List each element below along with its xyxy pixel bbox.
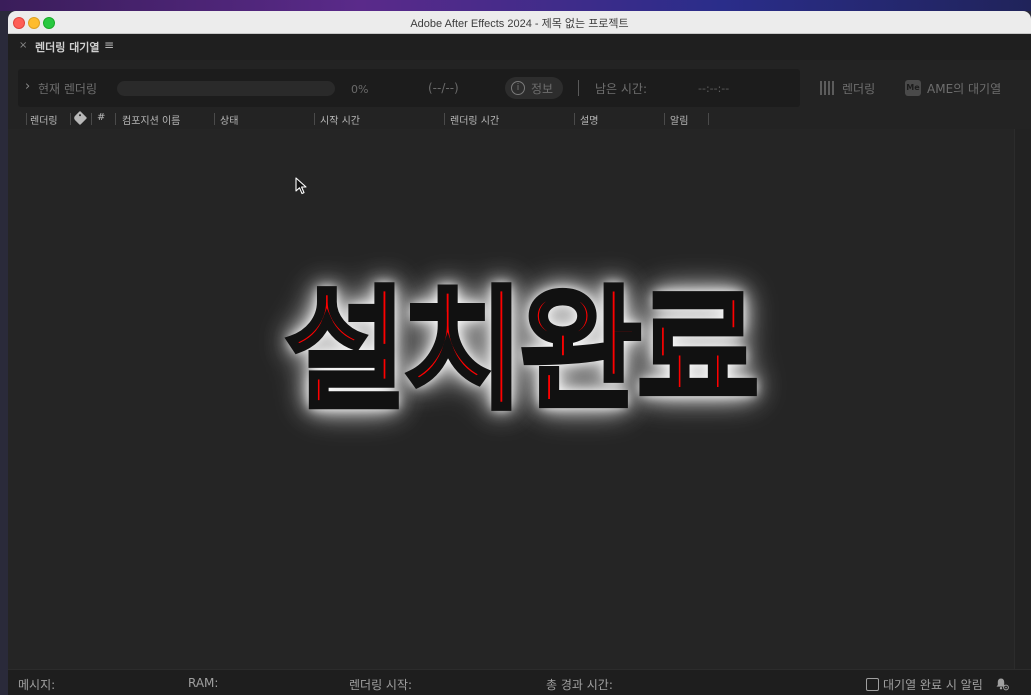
remaining-time-value: --:--:-- [698,82,730,95]
panel-tab-bar: × 렌더링 대기열 ≡ [8,34,1031,60]
column-divider [314,113,315,125]
column-render[interactable]: 렌더링 [30,112,58,127]
remaining-time-label: 남은 시간: [595,82,648,96]
column-notify[interactable]: 알림 [670,112,688,127]
render-frames: (--/--) [428,81,459,95]
column-divider [444,113,445,125]
render-button-label: 렌더링 [842,82,876,96]
column-divider [91,113,92,125]
ram-label: RAM: [188,676,219,690]
after-effects-window: Adobe After Effects 2024 - 제목 없는 프로젝트 × … [8,11,1031,695]
status-bar: 메시지: RAM: 렌더링 시작: 총 경과 시간: 대기열 완료 시 알림 [8,669,1031,695]
column-divider [708,113,709,125]
vertical-scrollbar[interactable] [1014,129,1031,669]
column-divider [70,113,71,125]
column-divider [214,113,215,125]
notify-checkbox[interactable] [866,678,879,691]
tag-icon[interactable] [72,110,88,126]
render-percent: 0% [351,83,369,96]
info-label: 정보 [531,82,554,96]
render-start-label: 렌더링 시작: [349,678,413,692]
close-panel-icon[interactable]: × [19,40,27,51]
media-encoder-icon: Me [905,80,921,96]
column-divider [26,113,27,125]
column-start-time[interactable]: 시작 시간 [320,112,360,127]
window-title: Adobe After Effects 2024 - 제목 없는 프로젝트 [410,18,629,30]
panel-menu-icon[interactable]: ≡ [104,38,114,52]
column-divider [115,113,116,125]
column-comp-name[interactable]: 컴포지션 이름 [122,112,180,127]
column-render-time[interactable]: 렌더링 시간 [450,112,499,127]
ame-queue-label: AME의 대기열 [927,82,1002,96]
render-icon [820,81,834,95]
queue-column-header: 렌더링 # 컴포지션 이름 상태 시작 시간 렌더링 시간 설명 알림 [18,109,1014,130]
column-comment[interactable]: 설명 [580,112,598,127]
info-button[interactable]: i 정보 [505,77,563,99]
bell-settings-icon[interactable] [995,677,1009,691]
message-label: 메시지: [18,678,56,692]
install-complete-overlay: 설치완료 [283,272,762,431]
current-render-bar: › 현재 렌더링 0% (--/--) i 정보 남은 시간: --:--:-- [18,69,800,107]
notify-checkbox-label[interactable]: 대기열 완료 시 알림 [883,676,983,693]
render-progress-bar [117,81,335,96]
column-divider [574,113,575,125]
current-render-label: 현재 렌더링 [38,82,98,96]
window-titlebar: Adobe After Effects 2024 - 제목 없는 프로젝트 [8,11,1031,34]
elapsed-time-label: 총 경과 시간: [546,678,613,692]
expand-chevron-icon[interactable]: › [25,79,30,94]
column-number[interactable]: # [97,112,105,123]
column-divider [664,113,665,125]
tab-render-queue[interactable]: 렌더링 대기열 [35,39,100,55]
mouse-pointer-icon [295,177,307,195]
desktop-menubar-strip [0,0,1031,11]
column-status[interactable]: 상태 [220,112,238,127]
info-icon: i [511,81,525,95]
divider [578,80,579,96]
